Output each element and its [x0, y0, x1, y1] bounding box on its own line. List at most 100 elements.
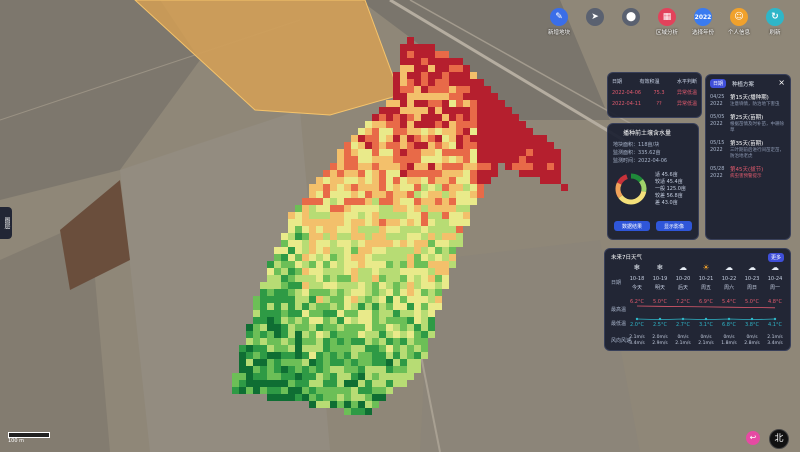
- soil-moisture-panel: 播种前土壤含水量 地块面积：118亩/块 监测面积：335.62亩 监测时间：2…: [607, 123, 699, 240]
- toolbar-item[interactable]: ⬤: [616, 8, 646, 36]
- cloud-icon: ☁: [748, 263, 756, 272]
- forecast-date: 10-18: [629, 276, 645, 282]
- toolbar-label: 刷新: [769, 30, 781, 36]
- toolbar-item[interactable]: ✎ 新增地块: [544, 8, 574, 36]
- legend-item: 一般 125.0亩: [655, 185, 686, 192]
- plan-date: 05/15 2022: [710, 140, 725, 153]
- col-date: 日期: [612, 79, 623, 85]
- plan-date-badge[interactable]: 日期: [710, 79, 727, 88]
- field-area: 地块面积：118亩/块: [613, 142, 660, 148]
- toolbar-label: 区域分析: [655, 30, 678, 36]
- forecast-wind: 2.0m/s 2.9m/s: [652, 335, 668, 346]
- forecast-weekday: 明天: [654, 285, 665, 291]
- col-judgement: 水平判断: [676, 79, 697, 85]
- year-calendar-icon[interactable]: 2022: [694, 8, 712, 26]
- legend-item: 差 43.0亩: [655, 199, 678, 206]
- toolbar-label: 选择年份: [691, 30, 714, 36]
- plan-date: 05/05 2022: [710, 114, 725, 127]
- cell-date: 2022-04-11: [612, 100, 642, 107]
- forecast-high: 6.9°C: [699, 299, 713, 305]
- forecast-low: 6.8°C: [722, 322, 736, 328]
- plan-date: 05/28 2022: [710, 166, 725, 179]
- plan-advice: 根据苗情及时补苗，中耕除草: [730, 122, 784, 133]
- forecast-high: 7.2°C: [676, 299, 690, 305]
- table-header: 日期 有效积温 水平判断: [612, 76, 697, 87]
- weather-forecast-panel: 未来7日天气 更多 日期 最高温 最低温 风向风速 ❄ 10-18 今天 6.2°C 2…: [604, 248, 791, 351]
- forecast-wind: 0m/s 2.1m/s: [698, 335, 714, 346]
- plan-item[interactable]: 04/25 2022 第15天(播种期) 注意墒情，防治地下害虫: [710, 94, 786, 108]
- plan-item[interactable]: 05/05 2022 第25天(苗期) 根据苗情及时补苗，中耕除草: [710, 114, 786, 134]
- navigate-icon[interactable]: ➤: [586, 8, 604, 26]
- close-icon[interactable]: ×: [778, 78, 785, 87]
- plan-item[interactable]: 05/28 2022 第45天(拔节) 病虫害预警提示: [710, 166, 786, 180]
- forecast-low: 2.0°C: [630, 322, 644, 328]
- temperature-table-panel: 日期 有效积温 水平判断 2022-04-06 75.3 异常低温 2022-0…: [607, 72, 702, 118]
- refresh-icon[interactable]: ↻: [766, 8, 784, 26]
- forecast-high: 4.8°C: [768, 299, 782, 305]
- forecast-weekday: 周五: [700, 285, 711, 291]
- cell-judgement: 异常低温: [676, 101, 697, 107]
- forecast-date: 10-21: [698, 276, 714, 282]
- forecast-date: 10-19: [652, 276, 668, 282]
- forecast-high: 6.2°C: [630, 299, 644, 305]
- forecast-date: 10-24: [767, 276, 783, 282]
- panel-title: 播种前土壤含水量: [623, 130, 672, 137]
- plan-stage: 第45天(拔节): [730, 167, 764, 173]
- north-compass-button[interactable]: 北: [769, 429, 789, 449]
- forecast-weekday: 今天: [631, 285, 642, 291]
- cloud-icon: ☁: [679, 263, 687, 272]
- rain-snow-icon: ❄: [656, 263, 664, 272]
- cell-gdd: 75.3: [653, 89, 665, 96]
- grid-analysis-icon[interactable]: ▦: [658, 8, 676, 26]
- donut-slice: [638, 179, 647, 192]
- plan-stage: 第35天(苗期): [730, 141, 764, 147]
- plan-advice: 三叶期前后进行间苗定苗，防治地老虎: [730, 148, 784, 159]
- layer-side-tab[interactable]: 图层: [0, 207, 12, 239]
- forecast-wind: 2.1m/s 3.4m/s: [767, 335, 783, 346]
- col-gdd: 有效积温: [639, 79, 660, 85]
- location-pin-icon[interactable]: ⬤: [622, 8, 640, 26]
- data-result-button[interactable]: 数据结果: [614, 221, 650, 231]
- forecast-weekday: 周一: [769, 285, 780, 291]
- plan-title: 种植方案: [732, 81, 755, 88]
- show-imagery-button[interactable]: 显示影像: [656, 221, 692, 231]
- plan-advice: 注意墒情，防治地下害虫: [730, 102, 780, 107]
- toolbar-item[interactable]: ↻ 刷新: [760, 8, 790, 36]
- plan-item[interactable]: 05/15 2022 第35天(苗期) 三叶期前后进行间苗定苗，防治地老虎: [710, 140, 786, 160]
- legend-item: 较差 56.8亩: [655, 192, 683, 199]
- donut-slice: [618, 190, 647, 205]
- scale-label: 100 m: [8, 438, 25, 444]
- cell-gdd: ??: [656, 100, 662, 107]
- donut-slice: [616, 174, 628, 185]
- legend-item: 较适 45.4亩: [655, 178, 683, 185]
- forecast-wind: 0m/s 2.8m/s: [744, 335, 760, 346]
- table-row[interactable]: 2022-04-11 ?? 异常低温: [612, 98, 697, 109]
- donut-slice: [615, 182, 623, 199]
- planting-plan-panel: 日期 种植方案 × 04/25 2022 第15天(播种期) 注意墒情，防治地下害虫…: [705, 74, 791, 240]
- toolbar-item[interactable]: ☺ 个人信息: [724, 8, 754, 36]
- rain-snow-icon: ❄: [633, 263, 641, 272]
- user-icon[interactable]: ☺: [730, 8, 748, 26]
- toolbar-item[interactable]: 2022 选择年份: [688, 8, 718, 36]
- forecast-low: 4.1°C: [768, 322, 782, 328]
- forecast-weekday: 后天: [677, 285, 688, 291]
- forecast-date: 10-20: [675, 276, 691, 282]
- edit-tools-icon[interactable]: ✎: [550, 8, 568, 26]
- forecast-weekday: 周六: [723, 285, 734, 291]
- forecast-low: 2.5°C: [653, 322, 667, 328]
- forecast-wind: 0m/s 1.8m/s: [721, 335, 737, 346]
- forecast-weekday: 周日: [746, 285, 757, 291]
- forecast-high: 5.0°C: [745, 299, 759, 305]
- plan-date: 04/25 2022: [710, 94, 725, 107]
- toolbar-item[interactable]: ▦ 区域分析: [652, 8, 682, 36]
- forecast-high: 5.0°C: [653, 299, 667, 305]
- forecast-high: 5.4°C: [722, 299, 736, 305]
- back-icon[interactable]: ↩: [746, 431, 760, 445]
- forecast-low: 3.8°C: [745, 322, 759, 328]
- forecast-wind: 0m/s 2.1m/s: [675, 335, 691, 346]
- forecast-low: 2.7°C: [676, 322, 690, 328]
- toolbar-item[interactable]: ➤: [580, 8, 610, 36]
- plan-stage: 第25天(苗期): [730, 115, 764, 121]
- table-row[interactable]: 2022-04-06 75.3 异常低温: [612, 87, 697, 98]
- plan-advice: 病虫害预警提示: [730, 174, 762, 179]
